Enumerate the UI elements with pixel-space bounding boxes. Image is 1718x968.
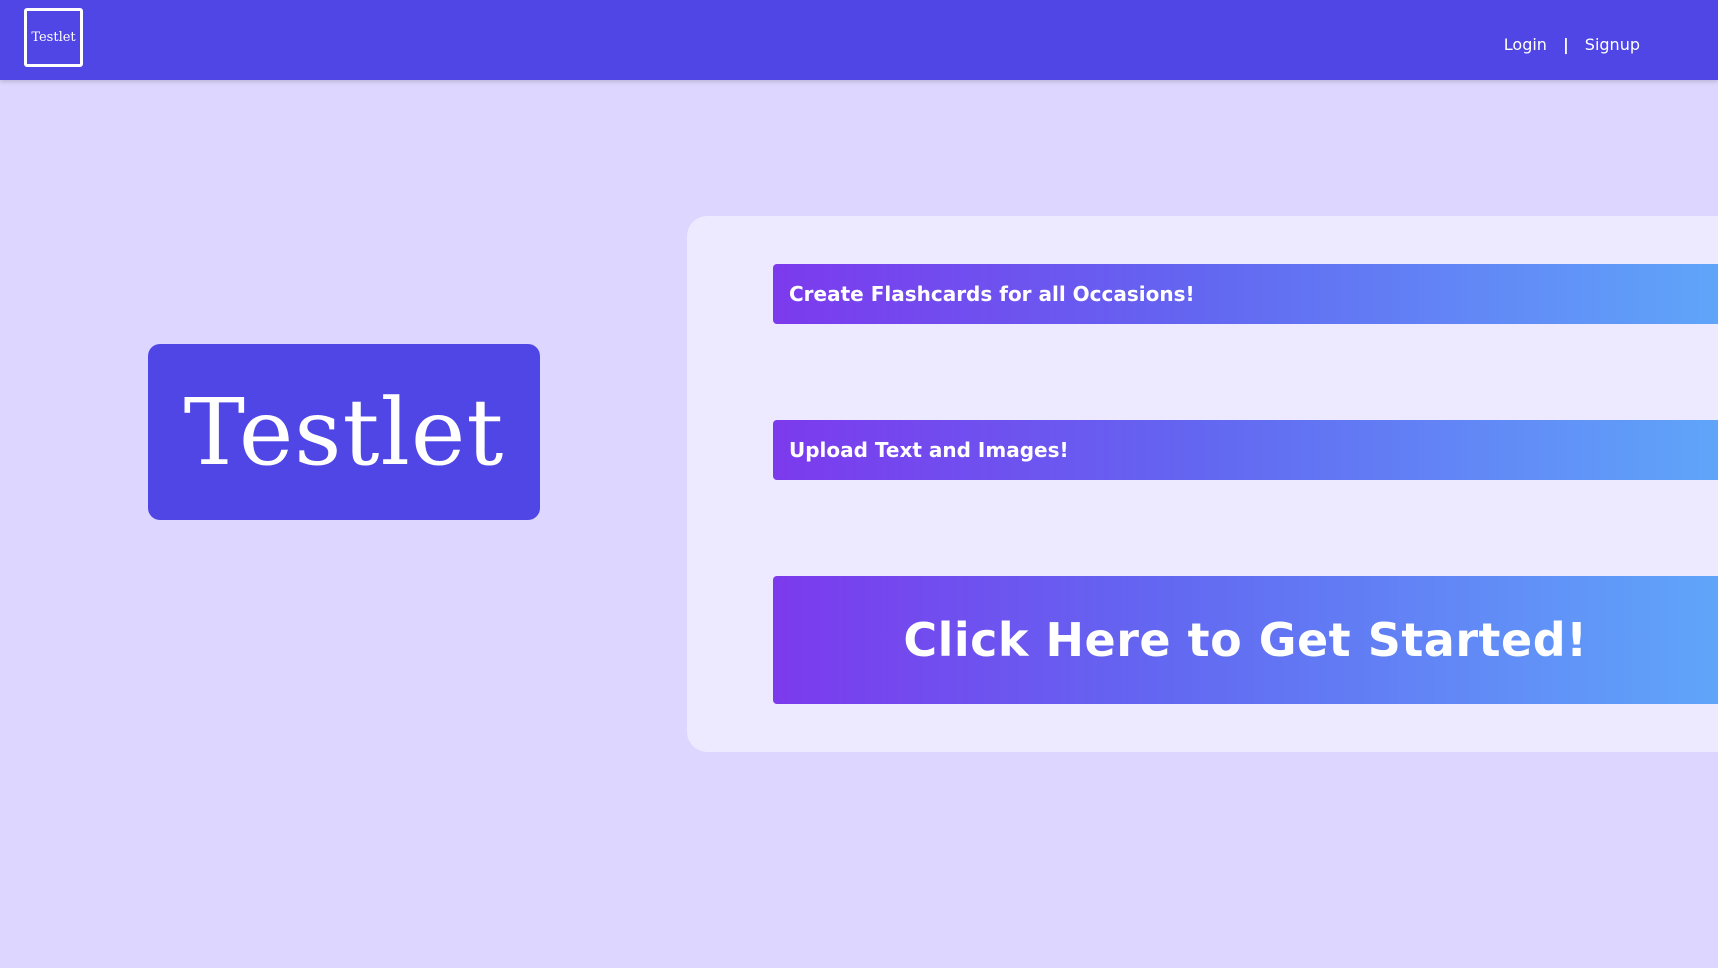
- feature-upload-label: Upload Text and Images!: [789, 438, 1069, 462]
- nav-logo-text: Testlet: [31, 30, 76, 45]
- feature-upload: Upload Text and Images!: [773, 420, 1718, 480]
- features-panel: Create Flashcards for all Occasions! Upl…: [687, 216, 1718, 752]
- get-started-button[interactable]: Click Here to Get Started!: [773, 576, 1718, 704]
- nav-logo[interactable]: Testlet: [24, 8, 83, 67]
- hero-logo-text: Testlet: [183, 378, 505, 486]
- feature-flashcards: Create Flashcards for all Occasions!: [773, 264, 1718, 324]
- hero-logo: Testlet: [148, 344, 540, 520]
- top-navbar: Testlet Login | Signup: [0, 0, 1718, 80]
- nav-links: Login | Signup: [1504, 0, 1640, 88]
- feature-flashcards-label: Create Flashcards for all Occasions!: [789, 282, 1195, 306]
- login-link[interactable]: Login: [1504, 35, 1547, 54]
- signup-link[interactable]: Signup: [1585, 35, 1640, 54]
- get-started-label: Click Here to Get Started!: [903, 613, 1588, 667]
- nav-separator: |: [1562, 34, 1569, 54]
